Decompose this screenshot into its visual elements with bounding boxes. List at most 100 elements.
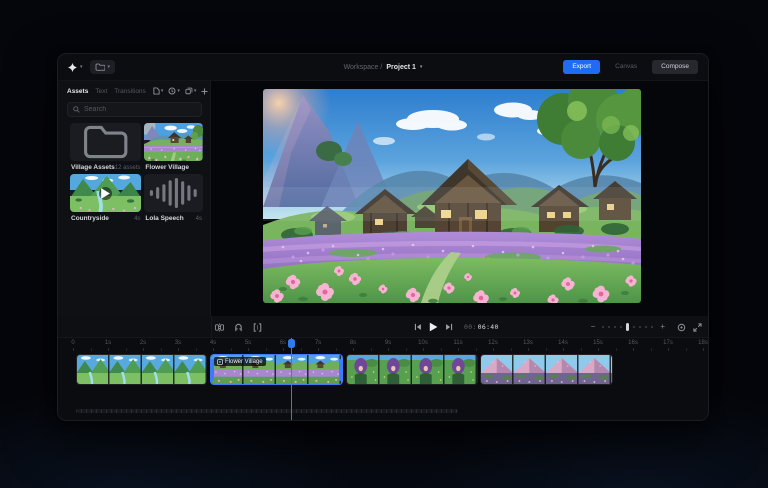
play-overlay: [70, 174, 141, 212]
layers-icon: [185, 87, 193, 95]
trim-button[interactable]: [253, 323, 262, 332]
add-file-button[interactable]: ▾: [153, 87, 164, 95]
ruler-tick-label: 13s: [523, 340, 533, 346]
ruler-tick-label: 2s: [140, 340, 146, 346]
timeline-tracks: Flower Village: [58, 351, 708, 420]
video-thumb: [70, 174, 141, 212]
ruler-tick-label: 10s: [418, 340, 428, 346]
add-asset-button[interactable]: [201, 88, 208, 95]
folder-thumb: [70, 123, 141, 161]
clip-trim-handle-left[interactable]: [211, 359, 214, 381]
chevron-down-icon: ▾: [80, 65, 83, 70]
chevron-down-icon: ▾: [420, 65, 423, 70]
chevron-down-icon: ▾: [194, 89, 197, 94]
flower-village-thumbnail: [144, 123, 203, 161]
ruler-tick-label: 9s: [385, 340, 391, 346]
timeline-clip-countryside[interactable]: [76, 354, 207, 385]
timeline-clip-character[interactable]: [346, 354, 478, 385]
skip-back-button[interactable]: [414, 323, 422, 331]
fullscreen-icon: [693, 323, 702, 332]
canvas-mode-button[interactable]: Canvas: [606, 60, 646, 75]
assets-panel: Assets Text Transitions ▾ ▾ ▾: [58, 81, 211, 316]
stack-menu-button[interactable]: ▾: [185, 87, 197, 95]
ruler-tick-label: 5s: [245, 340, 251, 346]
asset-card-countryside[interactable]: Countryside 4s: [70, 174, 141, 222]
clip-trim-handle-right[interactable]: [339, 359, 342, 381]
fullscreen-button[interactable]: [693, 323, 702, 332]
play-button[interactable]: [429, 322, 438, 332]
project-name[interactable]: Project 1: [386, 64, 416, 71]
preview-canvas[interactable]: [263, 89, 641, 303]
timecode-value: 06:40: [478, 323, 499, 331]
header-bar: ▾ ▾ Workspace / Project 1 ▾ Export Canva…: [58, 54, 708, 81]
asset-meta: 12 assets: [115, 165, 141, 171]
ruler-tick-label: 8s: [350, 340, 356, 346]
ruler-tick-label: 15s: [593, 340, 603, 346]
zoom-in-button[interactable]: +: [660, 323, 665, 331]
asset-name: Village Assets: [71, 164, 115, 171]
asset-meta: 4s: [134, 216, 140, 222]
asset-card-flower-village[interactable]: Flower Village: [144, 123, 203, 171]
clip-media-icon: [217, 359, 223, 365]
divider: [211, 316, 212, 338]
timeline-section: 00: 06:40 − +: [58, 316, 708, 420]
app-logo-button[interactable]: ▾: [68, 63, 83, 72]
compose-mode-button[interactable]: Compose: [652, 60, 698, 75]
asset-card-lola-speech[interactable]: Lola Speech 4s: [144, 174, 203, 222]
audio-thumb: [144, 174, 203, 212]
flower-village-scene: [263, 89, 641, 303]
search-icon: [73, 106, 80, 113]
clip-label: Flower Village: [225, 359, 263, 365]
ruler-tick-label: 11s: [453, 340, 462, 346]
zoom-out-button[interactable]: −: [591, 323, 596, 331]
timecode-prefix: 00:: [464, 323, 477, 331]
clock-icon: [168, 87, 176, 95]
play-icon: [429, 322, 438, 332]
split-clip-button[interactable]: [215, 323, 224, 332]
zoom-slider-handle[interactable]: [626, 323, 629, 331]
asset-meta: 4s: [196, 216, 202, 222]
tab-text[interactable]: Text: [95, 88, 107, 95]
desktop-background: ▾ ▾ Workspace / Project 1 ▾ Export Canva…: [0, 0, 768, 488]
timeline-clip-flower-village[interactable]: Flower Village: [210, 354, 343, 385]
fit-view-button[interactable]: [677, 323, 686, 332]
audio-track-strip[interactable]: [76, 409, 458, 413]
export-button[interactable]: Export: [563, 60, 600, 75]
plus-icon: [201, 88, 208, 95]
tab-transitions[interactable]: Transitions: [114, 88, 146, 95]
timeline-zoom-slider[interactable]: [602, 323, 653, 331]
record-menu-button[interactable]: ▾: [168, 87, 180, 95]
timeline-clip-pink-mountains[interactable]: [480, 354, 613, 385]
project-folder-button[interactable]: ▾: [90, 60, 116, 74]
asset-name: Countryside: [71, 215, 109, 222]
split-icon: [215, 323, 224, 332]
folder-icon: [95, 63, 105, 71]
playhead-handle[interactable]: [288, 339, 295, 348]
tab-assets[interactable]: Assets: [67, 88, 88, 95]
ruler-tick-label: 0: [71, 340, 74, 346]
ruler-tick-label: 16s: [628, 340, 638, 346]
ruler-tick-label: 4s: [210, 340, 216, 346]
asset-name: Lola Speech: [145, 215, 183, 222]
asset-grid: Village Assets 12 assets: [58, 117, 210, 222]
snap-toggle-button[interactable]: [234, 323, 243, 332]
asset-name: Flower Village: [145, 164, 189, 171]
search-input[interactable]: [84, 106, 196, 113]
ruler-tick-label: 12s: [488, 340, 498, 346]
waveform-icon: [144, 174, 203, 212]
skip-forward-icon: [445, 323, 453, 331]
asset-card-village-assets[interactable]: Village Assets 12 assets: [70, 123, 141, 171]
timeline-ruler[interactable]: 01s2s3s4s5s6s7s8s9s10s11s12s13s14s15s16s…: [58, 338, 708, 351]
search-box: [67, 102, 202, 117]
chevron-down-icon: ▾: [108, 65, 111, 70]
image-thumb: [144, 123, 203, 161]
chevron-down-icon: ▾: [177, 89, 180, 94]
trim-icon: [253, 323, 262, 332]
workspace-label: Workspace /: [344, 64, 383, 71]
clip-label-chip: Flower Village: [214, 357, 266, 366]
ruler-tick-label: 3s: [175, 340, 181, 346]
skip-forward-button[interactable]: [445, 323, 453, 331]
skip-back-icon: [414, 323, 422, 331]
chevron-down-icon: ▾: [161, 89, 164, 94]
ruler-tick-label: 7s: [315, 340, 321, 346]
